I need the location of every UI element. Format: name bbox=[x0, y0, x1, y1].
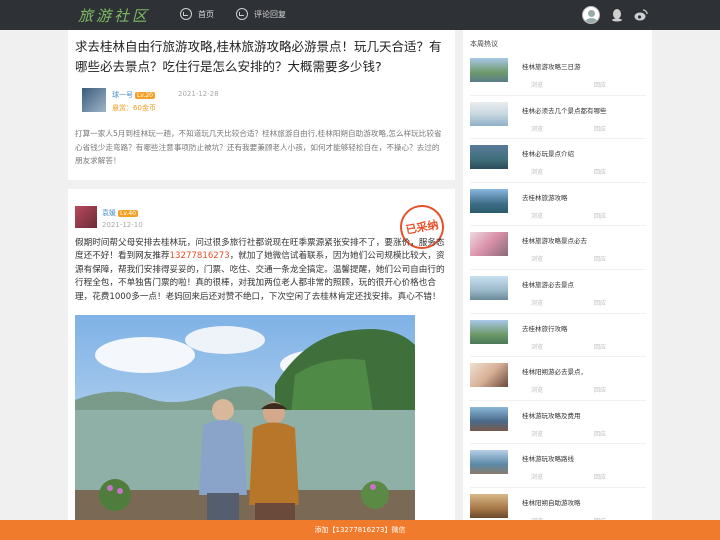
hot-topic-title[interactable]: 桂林必须去几个景点都有哪些 bbox=[522, 105, 607, 115]
qq-icon[interactable] bbox=[610, 8, 624, 22]
hot-topic-views: 浏览 bbox=[531, 212, 544, 220]
author-avatar[interactable] bbox=[82, 88, 106, 112]
hot-topic-list: 桂林旅游攻略三日游 浏览 回应 桂林必须去几个景点都有哪些 浏览 回应 桂林必玩景点介绍 浏览… bbox=[470, 52, 646, 530]
answer-author-avatar[interactable] bbox=[75, 206, 97, 228]
hot-topic-item[interactable]: 去桂林旅行攻略浏览 回应 bbox=[470, 314, 646, 358]
hot-topic-thumbnail[interactable] bbox=[470, 58, 508, 82]
nav-home[interactable]: 首页 bbox=[180, 8, 214, 20]
hot-topic-thumbnail[interactable] bbox=[470, 101, 508, 126]
hot-topic-views: 浏览 bbox=[531, 387, 544, 395]
hot-topic-thumbnail[interactable] bbox=[470, 493, 508, 518]
hot-topic-thumbnail[interactable] bbox=[470, 232, 508, 257]
hot-topic-item[interactable]: 桂林旅游必去景点浏览 回应 bbox=[470, 270, 646, 314]
question-title: 求去桂林自由行旅游攻略,桂林旅游攻略必游景点！玩几天合适？有哪些必去景点？吃住行… bbox=[75, 39, 442, 74]
user-avatar-icon[interactable] bbox=[582, 6, 600, 24]
hot-topic-title[interactable]: 去桂林旅游攻略 bbox=[522, 192, 568, 202]
answer-card: 袁媛 Lv.40 2021-12-10 已采纳 假期时间帮父母安排去桂林玩，问过很… bbox=[68, 189, 455, 529]
hot-topic-thumbnail[interactable] bbox=[470, 319, 508, 344]
hot-topic-replies: 回应 bbox=[594, 212, 607, 220]
hot-topic-item[interactable]: 桂林阳朔游必去景点， 浏览 回应 bbox=[470, 357, 646, 401]
hot-topic-title[interactable]: 桂林阳朔游必去景点， bbox=[522, 366, 587, 376]
hot-topic-item[interactable]: 桂林游玩攻略及费用浏览 回应 bbox=[470, 401, 646, 445]
hot-topic-thumbnail[interactable] bbox=[470, 188, 508, 213]
author-name[interactable]: 球一号 bbox=[112, 91, 133, 99]
hot-topic-replies: 回应 bbox=[594, 82, 607, 89]
home-icon bbox=[180, 8, 192, 20]
hot-topic-views: 浏览 bbox=[531, 256, 544, 264]
hot-topic-views: 浏览 bbox=[531, 474, 544, 482]
hot-topic-item[interactable]: 桂林旅游攻略三日游浏览 回应 bbox=[470, 52, 646, 96]
hot-topic-thumbnail[interactable] bbox=[470, 275, 508, 300]
hot-topic-title[interactable]: 桂林游玩攻略路线 bbox=[522, 453, 574, 463]
hot-topic-title[interactable]: 桂林旅游必去景点 bbox=[522, 279, 574, 289]
hot-topic-replies: 回应 bbox=[594, 256, 607, 264]
hot-topic-views: 浏览 bbox=[531, 430, 544, 438]
hot-topic-replies: 回应 bbox=[594, 299, 607, 307]
hot-topic-item[interactable]: 桂林旅游攻略景点必去浏览 回应 bbox=[470, 226, 646, 270]
hot-topic-item[interactable]: 桂林必玩景点介绍浏览 回应 bbox=[470, 139, 646, 183]
hot-topic-views: 浏览 bbox=[531, 299, 544, 307]
hot-topic-thumbnail[interactable] bbox=[470, 145, 508, 170]
top-navbar: 旅游社区 首页 评论回复 bbox=[0, 0, 720, 30]
weibo-icon[interactable] bbox=[634, 8, 648, 22]
hot-topic-thumbnail[interactable] bbox=[470, 406, 508, 431]
answer-phone[interactable]: 13277816273 bbox=[170, 251, 230, 261]
hot-topic-replies: 回应 bbox=[594, 430, 607, 438]
hot-topic-thumbnail[interactable] bbox=[470, 450, 508, 475]
hot-topic-item[interactable]: 桂林必须去几个景点都有哪些浏览 回应 bbox=[470, 96, 646, 140]
question-author: 球一号 Lv.20 2021-12-28 悬赏：60金币 bbox=[82, 86, 440, 116]
hot-topic-item[interactable]: 桂林游玩攻略路线浏览 回应 bbox=[470, 444, 646, 488]
nav-reply-label: 评论回复 bbox=[254, 9, 286, 19]
contact-bar[interactable]: 添加【13277816273】微信 bbox=[0, 520, 720, 540]
hot-topic-replies: 回应 bbox=[594, 169, 607, 177]
hot-topic-views: 浏览 bbox=[531, 82, 544, 89]
nav-comment-reply[interactable]: 评论回复 bbox=[236, 8, 286, 20]
reward-text: 悬赏：60金币 bbox=[112, 104, 156, 112]
question-card: 求去桂林自由行旅游攻略,桂林旅游攻略必游景点！玩几天合适？有哪些必去景点？吃住行… bbox=[68, 30, 455, 180]
hot-topic-title[interactable]: 桂林必玩景点介绍 bbox=[522, 148, 574, 158]
hot-topic-views: 浏览 bbox=[531, 169, 544, 177]
hot-topic-title[interactable]: 去桂林旅行攻略 bbox=[522, 323, 568, 333]
answer-body: 假期时间帮父母安排去桂林玩，问过很多旅行社都说现在旺季票源紧张安排不了，要涨价，… bbox=[75, 237, 449, 304]
sidebar-title: 本周热议 bbox=[470, 40, 498, 48]
hot-topic-item[interactable]: 去桂林旅游攻略浏览 回应 bbox=[470, 183, 646, 227]
question-body: 打算一家人5月到桂林玩一趟，不知道玩几天比较合适？桂林旅游自由行,桂林阳朔自助游… bbox=[75, 129, 442, 165]
site-logo[interactable]: 旅游社区 bbox=[78, 5, 150, 26]
hot-topic-views: 浏览 bbox=[531, 125, 544, 133]
hot-topic-thumbnail[interactable] bbox=[470, 363, 508, 388]
hot-topic-title[interactable]: 桂林游玩攻略及费用 bbox=[522, 410, 581, 420]
answer-date: 2021-12-10 bbox=[102, 221, 143, 229]
answer-author-name[interactable]: 袁媛 bbox=[102, 209, 116, 217]
answer-photo bbox=[75, 315, 415, 529]
hot-topic-title[interactable]: 桂林旅游攻略景点必去 bbox=[522, 235, 587, 245]
hot-topic-replies: 回应 bbox=[594, 387, 607, 395]
comment-icon bbox=[236, 8, 248, 20]
level-badge: Lv.20 bbox=[135, 92, 155, 99]
hot-topic-replies: 回应 bbox=[594, 125, 607, 133]
hot-topic-replies: 回应 bbox=[594, 343, 607, 351]
sidebar-hot-topics: 本周热议 桂林旅游攻略三日游 浏览 回应 桂林必须去几个景点都有哪些 浏览 回应 桂林必玩景… bbox=[463, 30, 652, 530]
hot-topic-title[interactable]: 桂林旅游攻略三日游 bbox=[522, 61, 581, 71]
answer-level-badge: Lv.40 bbox=[118, 210, 138, 217]
hot-topic-views: 浏览 bbox=[531, 343, 544, 351]
question-date: 2021-12-28 bbox=[178, 90, 219, 98]
hot-topic-replies: 回应 bbox=[594, 474, 607, 482]
hot-topic-title[interactable]: 桂林阳朔自助游攻略 bbox=[522, 497, 581, 507]
nav-home-label: 首页 bbox=[198, 9, 214, 19]
